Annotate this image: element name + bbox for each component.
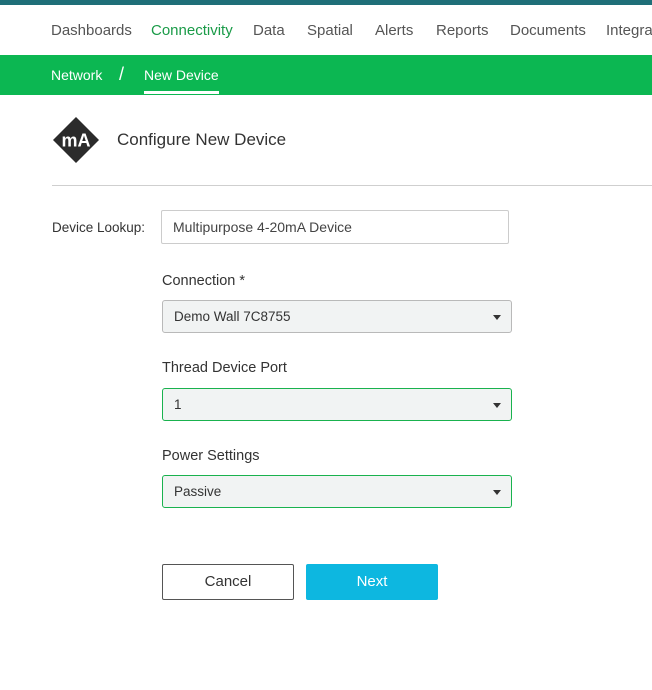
chevron-down-icon xyxy=(493,403,501,408)
device-lookup-label: Device Lookup: xyxy=(52,220,146,235)
device-icon-text: mA xyxy=(61,131,90,151)
power-settings-value: Passive xyxy=(174,484,222,499)
breadcrumb-network[interactable]: Network xyxy=(51,67,102,83)
chevron-down-icon xyxy=(493,315,501,320)
device-lookup-input[interactable] xyxy=(161,210,509,244)
breadcrumb-active-underline xyxy=(144,91,219,94)
power-settings-select[interactable]: Passive xyxy=(162,475,512,508)
thread-device-port-value: 1 xyxy=(174,397,182,412)
nav-item-connectivity[interactable]: Connectivity xyxy=(151,22,233,39)
nav-item-reports[interactable]: Reports xyxy=(436,22,489,39)
connection-select[interactable]: Demo Wall 7C8755 xyxy=(162,300,512,333)
nav-item-integrations[interactable]: Integrat xyxy=(606,22,652,39)
connection-select-value: Demo Wall 7C8755 xyxy=(174,309,291,324)
next-button[interactable]: Next xyxy=(306,564,438,600)
page-title: Configure New Device xyxy=(117,130,287,149)
cancel-button[interactable]: Cancel xyxy=(162,564,294,600)
connection-label: Connection * xyxy=(162,273,246,289)
top-navigation: Dashboards Connectivity Data Spatial Ale… xyxy=(0,5,652,55)
nav-item-spatial[interactable]: Spatial xyxy=(307,22,353,39)
thread-device-port-select[interactable]: 1 xyxy=(162,388,512,421)
nav-item-alerts[interactable]: Alerts xyxy=(375,22,413,39)
chevron-down-icon xyxy=(493,490,501,495)
breadcrumb: Network / New Device xyxy=(0,55,652,95)
power-settings-label: Power Settings xyxy=(162,448,260,464)
breadcrumb-new-device: New Device xyxy=(144,67,219,83)
milliamp-device-icon: mA xyxy=(52,116,100,164)
nav-item-documents[interactable]: Documents xyxy=(510,22,586,39)
nav-item-dashboards[interactable]: Dashboards xyxy=(51,22,132,39)
header-divider xyxy=(52,185,652,186)
breadcrumb-separator: / xyxy=(119,64,125,84)
nav-item-data[interactable]: Data xyxy=(253,22,285,39)
thread-device-port-label: Thread Device Port xyxy=(162,360,287,376)
